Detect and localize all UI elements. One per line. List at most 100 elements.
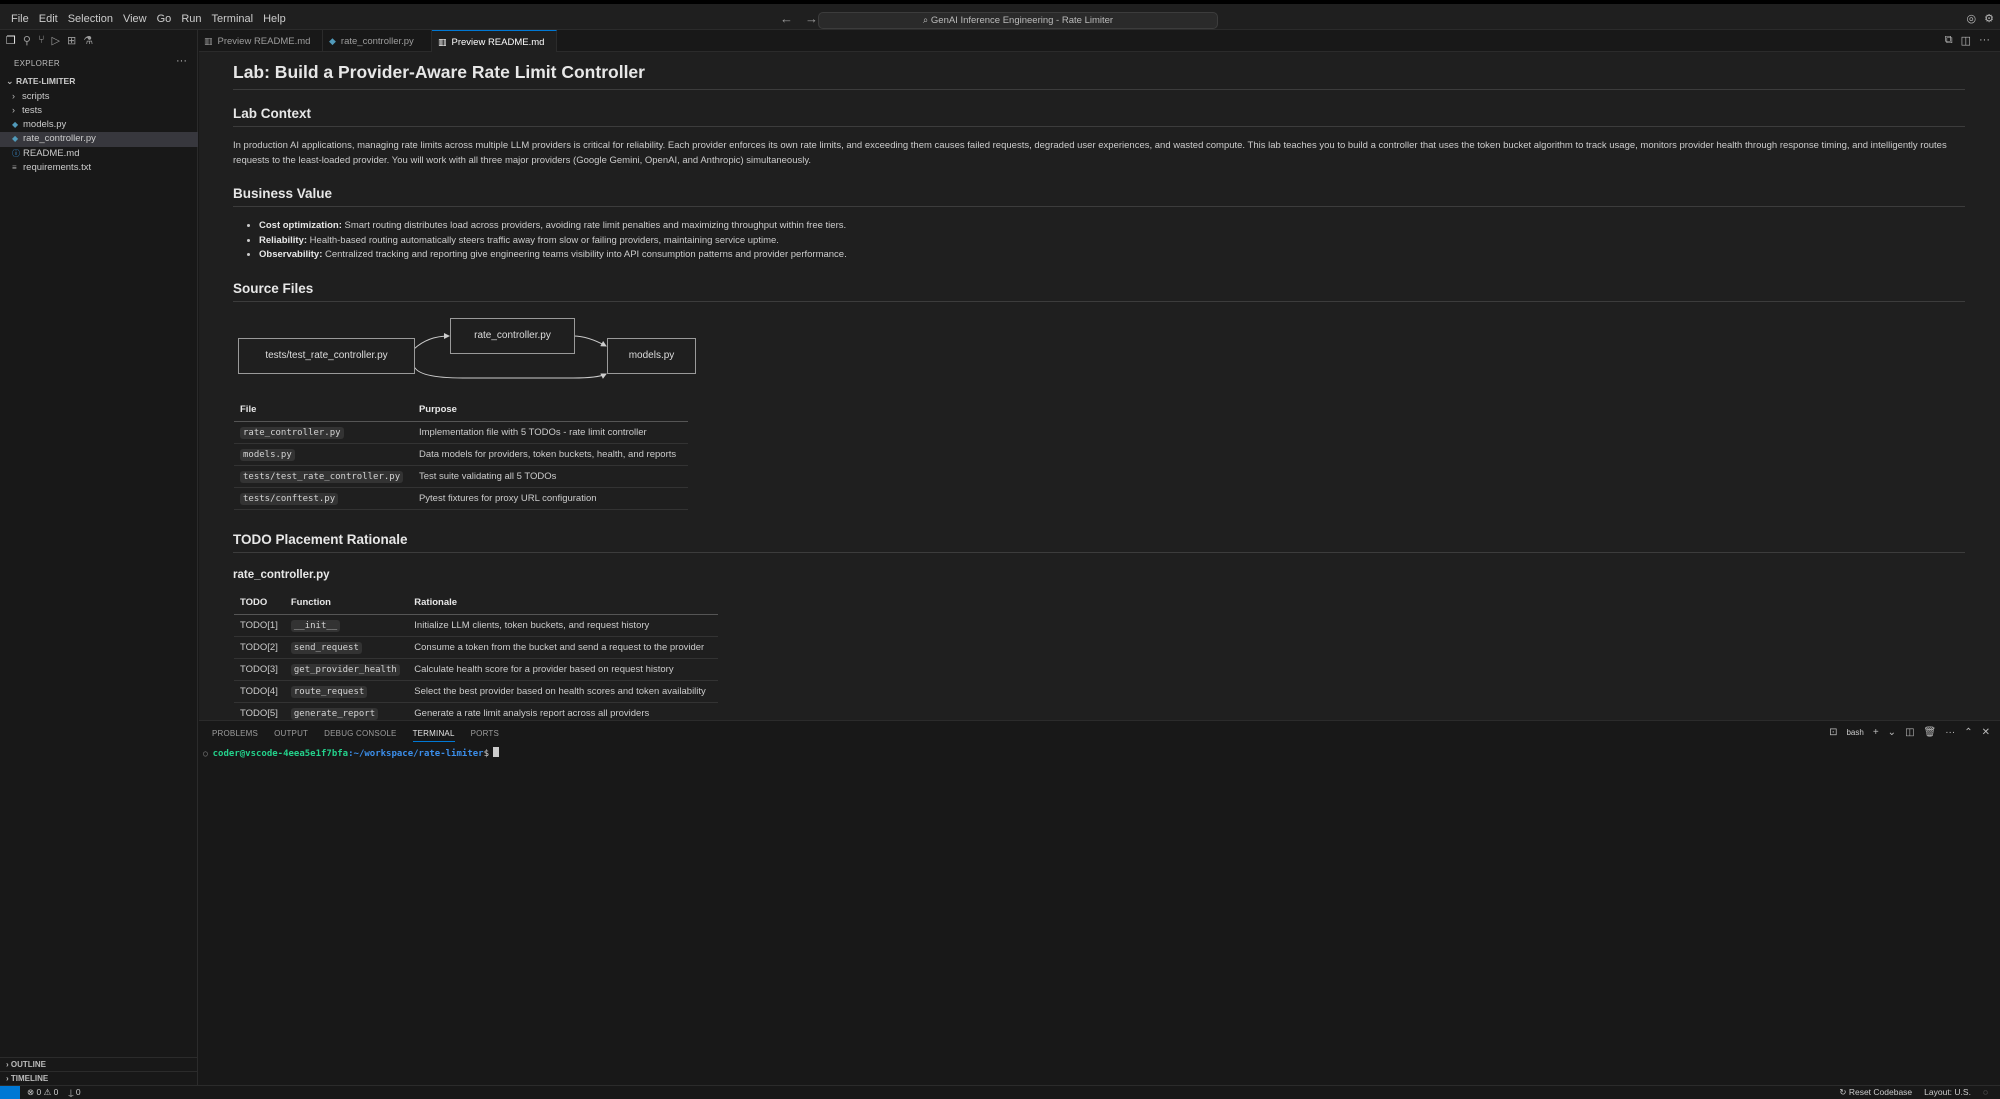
open-source-icon[interactable]: ⧉: [1945, 34, 1953, 47]
todo-rationale: Consume a token from the bucket and send…: [408, 636, 718, 659]
menu-edit[interactable]: Edit: [34, 11, 63, 27]
table-header: Purpose: [412, 397, 688, 422]
tree-item-label: rate_controller.py: [23, 133, 96, 144]
tree-folder-tests[interactable]: › tests: [0, 103, 198, 118]
trash-icon[interactable]: 🗑: [1924, 727, 1937, 738]
tree-item-label: scripts: [22, 90, 50, 102]
status-bar: ⊗ 0 ⚠ 0 ⍊ 0 ↻ Reset Codebase Layout: U.S…: [0, 1085, 2000, 1099]
problems-status[interactable]: ⊗ 0 ⚠ 0: [27, 1087, 58, 1098]
tree-root[interactable]: ⌄ RATE-LIMITER: [0, 74, 198, 89]
todo-rationale: Select the best provider based on health…: [408, 680, 718, 703]
menu-help[interactable]: Help: [258, 11, 291, 27]
doc-title: Lab: Build a Provider-Aware Rate Limit C…: [233, 62, 1965, 90]
remote-indicator[interactable]: [0, 1086, 20, 1099]
tab-output[interactable]: OUTPUT: [274, 729, 308, 742]
tree-folder-scripts[interactable]: › scripts: [0, 89, 198, 104]
extensions-icon[interactable]: ⊞: [67, 34, 76, 47]
chevron-right-icon: ›: [12, 90, 15, 101]
preview-icon: ▥: [204, 36, 213, 46]
ports-status[interactable]: ⍊ 0: [68, 1087, 80, 1098]
python-file-icon: ◆: [329, 36, 336, 46]
prompt-path: :~/workspace/rate-limiter: [348, 749, 484, 759]
tab-preview-readme-2[interactable]: ▥ Preview README.md: [432, 30, 557, 52]
arrow-test-to-controller: [413, 332, 450, 349]
forward-arrow-icon[interactable]: →: [805, 11, 818, 26]
files-table: File Purpose rate_controller.py Implemen…: [234, 397, 688, 510]
todo-id: TODO[3]: [234, 658, 285, 681]
testing-icon[interactable]: ⚗: [83, 34, 93, 47]
arrow-test-to-models: [413, 365, 607, 379]
todo-id: TODO[1]: [234, 614, 285, 637]
tab-rate-controller[interactable]: ◆ rate_controller.py: [323, 30, 432, 52]
tab-label: rate_controller.py: [340, 36, 414, 47]
file-purpose: Pytest fixtures for proxy URL configurat…: [412, 487, 688, 510]
table-row: tests/test_rate_controller.py Test suite…: [234, 465, 688, 488]
close-icon[interactable]: ✕: [1982, 727, 1990, 738]
keyboard-layout[interactable]: Layout: U.S.: [1924, 1087, 1971, 1098]
tab-problems[interactable]: PROBLEMS: [212, 729, 258, 742]
function-name: route_request: [290, 685, 368, 698]
new-terminal-icon[interactable]: +: [1873, 727, 1879, 738]
more-actions-icon[interactable]: ···: [176, 55, 187, 67]
more-actions-icon[interactable]: ···: [1945, 727, 1955, 738]
chevron-down-icon: ⌄: [6, 76, 14, 86]
outline-section[interactable]: › OUTLINE: [0, 1057, 198, 1071]
menu-terminal[interactable]: Terminal: [207, 11, 259, 27]
tab-debug-console[interactable]: DEBUG CONSOLE: [324, 729, 396, 742]
terminal-prompt[interactable]: ○ coder@vscode-4eea5e1f7bfa:~/workspace/…: [203, 747, 499, 759]
editor-tabs: ▥ Preview README.md ◆ rate_controller.py ▥…: [199, 30, 2000, 52]
list-item: Cost optimization: Smart routing distrib…: [259, 219, 1965, 234]
file-purpose: Implementation file with 5 TODOs - rate …: [412, 421, 688, 444]
table-row: TODO[1] __init__ Initialize LLM clients,…: [234, 614, 718, 637]
tab-label: Preview README.md: [451, 37, 545, 48]
todo-subheading: rate_controller.py: [233, 568, 330, 581]
tab-ports[interactable]: PORTS: [471, 729, 499, 742]
notifications-icon[interactable]: ◌: [1983, 1087, 1988, 1098]
split-terminal-icon[interactable]: ◫: [1905, 727, 1914, 738]
broadcast-icon: ⍊: [68, 1087, 74, 1097]
source-control-icon[interactable]: ⑂: [38, 34, 45, 47]
business-value-list: Cost optimization: Smart routing distrib…: [259, 219, 1965, 263]
ports-count: 0: [75, 1087, 81, 1097]
menu-view[interactable]: View: [118, 11, 152, 27]
search-icon: ⌕: [922, 15, 929, 26]
gear-icon[interactable]: ⚙: [1984, 12, 1994, 25]
timeline-label: TIMELINE: [10, 1074, 49, 1083]
command-center[interactable]: ⌕ GenAI Inference Engineering - Rate Lim…: [818, 12, 1218, 29]
search-icon[interactable]: ⚲: [23, 34, 31, 47]
command-center-label: GenAI Inference Engineering - Rate Limit…: [930, 15, 1114, 26]
back-arrow-icon[interactable]: ←: [780, 11, 793, 26]
run-debug-icon[interactable]: ▷: [52, 34, 60, 47]
python-file-icon: ◆: [12, 119, 19, 129]
tree-file-models[interactable]: ◆ models.py: [0, 118, 198, 133]
menu-selection[interactable]: Selection: [63, 11, 118, 27]
warning-count: 0: [53, 1087, 59, 1097]
chevron-down-icon[interactable]: ⌄: [1888, 727, 1896, 738]
markdown-preview: Lab: Build a Provider-Aware Rate Limit C…: [199, 52, 2000, 720]
account-icon[interactable]: ◎: [1967, 12, 1977, 25]
tab-label: Preview README.md: [217, 36, 311, 47]
tree-file-requirements[interactable]: ≡ requirements.txt: [0, 161, 198, 176]
lab-context-heading: Lab Context: [233, 106, 1965, 127]
menu-file[interactable]: File: [6, 11, 34, 27]
file-name: tests/conftest.py: [240, 492, 339, 505]
tree-item-label: requirements.txt: [23, 162, 92, 173]
table-row: TODO[4] route_request Select the best pr…: [234, 680, 718, 703]
file-name: tests/test_rate_controller.py: [240, 470, 404, 483]
tree-file-rate-controller[interactable]: ◆ rate_controller.py: [0, 132, 198, 147]
preview-icon: ▥: [438, 37, 447, 47]
shell-selector[interactable]: bash: [1846, 728, 1863, 737]
explorer-icon[interactable]: ❐: [6, 34, 16, 47]
error-count: 0: [36, 1087, 42, 1097]
tab-preview-readme-1[interactable]: ▥ Preview README.md: [199, 30, 323, 52]
menu-go[interactable]: Go: [152, 11, 177, 27]
split-editor-icon[interactable]: ◫: [1961, 34, 1971, 47]
tab-terminal[interactable]: TERMINAL: [412, 729, 455, 742]
timeline-section[interactable]: › TIMELINE: [0, 1071, 198, 1085]
more-actions-icon[interactable]: ···: [1979, 34, 1990, 47]
reset-codebase-button[interactable]: ↻ Reset Codebase: [1839, 1087, 1912, 1098]
maximize-panel-icon[interactable]: ⌃: [1964, 727, 1972, 738]
table-header: File: [234, 397, 413, 422]
tree-file-readme[interactable]: ⓘ README.md: [0, 147, 198, 162]
menu-run[interactable]: Run: [176, 11, 206, 27]
